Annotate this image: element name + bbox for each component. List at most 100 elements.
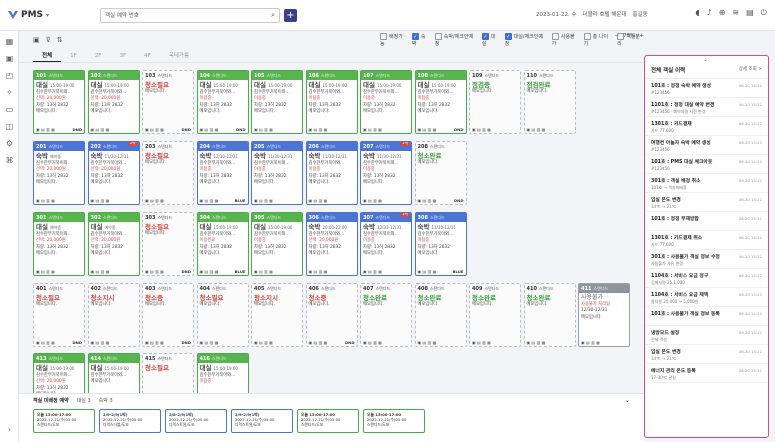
room-card-409[interactable]: 409 스탠다드 청소완료 메모입니다. ▣ ▤ ▥ ▦ <box>469 283 521 347</box>
app-logo[interactable]: PMS ▾ <box>8 10 68 20</box>
room-card-405[interactable]: 405 스탠다드 청소지시 메모입니다. ▣ ▤ ▥ ▦ <box>251 283 303 347</box>
bell-icon[interactable]: ♪ <box>707 8 712 18</box>
user-icon[interactable]: ◫ <box>0 118 19 135</box>
room-card-308[interactable]: 308 스탠다드 숙박 11/30-12/31 김수한무거북이와... 이용중 차량: 13… <box>414 212 467 276</box>
panel-chevron-icon[interactable]: ⌄ <box>703 56 708 63</box>
checkbox-icon[interactable] <box>380 33 387 40</box>
search-icon[interactable]: ⌕ <box>271 11 275 20</box>
power-icon[interactable]: ⏻ <box>761 8 767 18</box>
room-card-403[interactable]: 403 스탠다드 청소중 메모입니다. ▣ ▤ ▥ ▦ DND <box>142 283 194 347</box>
floor-tab-1[interactable]: 1F <box>61 50 86 62</box>
language-icon[interactable]: ⊕ <box>719 8 726 18</box>
room-card-402[interactable]: 402 스탠다드 청소지시 메모입니다. ▣ ▤ ▥ ▦ <box>87 283 140 347</box>
chart-icon[interactable]: ◰ <box>0 67 19 84</box>
reservation-card[interactable]: 2/8-2/9(1박) 2022-12-21(수)05:00 디럭스트윈/도보 <box>165 409 227 433</box>
room-card-302[interactable]: 302 스탠다드 대실 예약중 김수한무거북이와... 선택: 20,000원 차량: 13… <box>87 212 140 276</box>
chevron-down-icon[interactable]: ⌄ <box>625 397 630 404</box>
history-item[interactable]: 1101호 : 정정 대실 예약 변경 #123456 · 예약자명 사전 변경 0… <box>645 98 768 117</box>
reservation-card[interactable]: 오늘 15:00-17:00 2022-12-21(수)05:00 스탠다드/도보 <box>297 409 359 433</box>
history-item[interactable]: 1301호 : 카드결제 카드 77,600 06-20 15:22 <box>645 117 768 136</box>
room-card-107[interactable]: 107 스탠다드 대실 15:00-19:00 김수한무거북이와... 이용중 차량: 13… <box>360 70 412 134</box>
room-card-306[interactable]: 306 스탠다드 숙박 20:00-22:00 김수한무거북이와... 선택: 20,00… <box>305 212 358 276</box>
room-card-408[interactable]: 408 스탠다드 청소완료 메모입니다. ▣ ▤ ▥ ▦ <box>414 283 467 347</box>
checkbox-icon[interactable] <box>551 33 559 40</box>
reservation-card[interactable]: 2/9-2/9(1박) 2022-12-21(수)05:00 디럭스트윈/도보 <box>231 409 293 433</box>
room-card-108[interactable]: 108 스탠다드 대실 15:00-19:00 김수한무거북이와... 이용중 차량: 13… <box>414 70 467 134</box>
hotel-name[interactable]: 더블라 호텔 해운대 <box>583 10 627 18</box>
room-card-202[interactable]: 202 스탠다드 2박 숙박 11/30-12/31 김수한무거북이와... 선택: 20,… <box>87 141 140 205</box>
filter-6[interactable]: 총 나이기 <box>583 33 612 47</box>
room-card-207[interactable]: 207 스탠다드 2박 숙박 11/30-12/31 김수한무거북이와... 이용중 차량: … <box>360 141 412 205</box>
floor-tab-5[interactable]: 옥테가룸 <box>160 50 198 62</box>
room-card-404[interactable]: 404 스탠다드 청소필요 메모입니다. ▣ ▤ ▥ ▦ <box>196 283 249 347</box>
history-item[interactable]: 101호 : 사용불가 객실 정보 등록 06-20 15:22 <box>645 307 768 326</box>
history-more-link[interactable]: 상세 조회 > <box>739 66 762 74</box>
filter-4[interactable]: ✓ 대실/체크인예정 <box>504 33 547 47</box>
sound-icon[interactable]: ◖ <box>695 8 699 18</box>
room-card-105[interactable]: 105 스탠다드 대실 15:00-19:00 김수한무거북이와... 이용중 차량: 13… <box>251 70 303 134</box>
history-item[interactable]: 301호 : 사용불가 객실 정보 수정 사용불가 사유 변경 06-20 15:2… <box>645 250 768 269</box>
room-card-307[interactable]: 307 스탠다드 2박 숙박 12/31-12/31 김수한무거북이와... 이용중 차량: … <box>360 212 412 276</box>
grid-icon[interactable]: ▦ <box>0 33 19 50</box>
reservation-card[interactable]: 2/9-2/9(1박) 2022-12-21(수)05:00 디럭스더블/도보 <box>99 409 161 433</box>
room-card-304[interactable]: 304 스탠다드 대실 15:00-19:00 김수한무거북이와... 이용완료 차량: 1… <box>196 212 249 276</box>
history-item[interactable]: 301호 : 객실 배정 취소 101호 → 객실미배정 06-20 15:22 <box>645 174 768 193</box>
room-card-208[interactable]: 208 스탠다드 청소완료 메모입니다. ▣ ▤ ▥ ▦ DND <box>414 141 467 205</box>
history-item[interactable]: 냉방모드 설정 전체 객실 06-20 15:22 <box>645 326 768 345</box>
checkbox-icon[interactable]: ✓ <box>411 33 419 40</box>
history-item[interactable]: 입실 온도 변경 14℃ → 21℃ 06-20 15:22 <box>645 193 768 212</box>
room-card-104[interactable]: 104 스탠다드 대실 15:00-19:00 김수한무거북이와... 이용중 차량: 13… <box>196 70 249 134</box>
wifi-icon[interactable]: ≋ <box>732 8 739 18</box>
room-card-305[interactable]: 305 스탠다드 대실 15:00-19:00 김수한무거북이와... 이용중 차량: 13… <box>251 212 303 276</box>
history-item[interactable]: 101호 : 정정 부재방합 06-20 15:22 <box>645 212 768 231</box>
search-input[interactable]: 객실 예약 번호 ⌕ <box>100 7 280 23</box>
user-name[interactable]: 홍길동 <box>633 10 648 18</box>
list-icon[interactable]: ✧ <box>0 84 19 101</box>
collapse-icon[interactable]: › <box>0 421 19 438</box>
floor-tab-0[interactable]: 전체 <box>33 50 62 62</box>
checkbox-icon[interactable]: ✓ <box>504 33 512 40</box>
room-card-101[interactable]: 101 스탠다드 대실 15:00-19:00 김수한무거북이와... 선택: 20,00… <box>33 70 85 134</box>
floor-tab-2[interactable]: 2F <box>86 50 111 62</box>
room-card-110[interactable]: 110 스탠다드 점검완료 메모입니다. ▣ ▤ ▥ ▦ <box>523 70 576 134</box>
reservation-card[interactable]: 오늘 15:00-17:00 2022-12-21(수)05:00 스탠다드/도보 <box>33 409 95 433</box>
filter-2[interactable]: 숙박/체크인예정 <box>434 33 477 47</box>
room-card-204[interactable]: 204 스탠다드 숙박 12/30-12/31 김수한무거북이와... 이용중 차량: 13… <box>196 141 249 205</box>
room-card-410[interactable]: 410 스탠다드 청소완료 메모입니다. ▣ ▤ ▥ ▦ <box>523 283 576 347</box>
room-card-102[interactable]: 102 스탠다드 대실 15:00-19:00 김수한무거북이와... 선택: 20,00… <box>87 70 140 134</box>
checkbox-icon[interactable] <box>434 33 442 40</box>
print-icon[interactable]: ▤ <box>746 8 754 18</box>
history-item[interactable]: 여행컨 아놀자 숙박 예약 생성 #123456 06-20 15:22 <box>645 136 768 155</box>
calendar-icon[interactable]: ▣ <box>0 50 19 67</box>
room-card-401[interactable]: 401 스탠다드 청소필요 메모입니다. ▣ ▤ ▥ ▦ DND <box>33 283 85 347</box>
reservation-card[interactable]: 오늘 15:00-17:00 2022-12-21(수)05:00 스탠다드/도보 <box>363 409 425 433</box>
room-card-109[interactable]: 109 스탠다드 점검중 메모입니다. ▣ ▤ ▥ ▦ <box>469 70 521 134</box>
floor-tab-3[interactable]: 3F <box>110 50 135 62</box>
filter-3[interactable]: ✓ 대실 <box>481 33 500 47</box>
zoom-out-button[interactable]: − <box>615 33 620 39</box>
history-item[interactable]: 101호 : 정정 숙박 예약 생성 #123456 06-20 15:22 <box>645 79 768 98</box>
room-card-106[interactable]: 106 스탠다드 대실 15:00-19:00 김수한무거북이와... 이용중 차량: 13… <box>305 70 358 134</box>
filter-icon[interactable]: ⊽ <box>46 36 51 44</box>
history-item[interactable]: 입실 온도 변경 14℃ → 21℃ 06-20 15:22 <box>645 345 768 364</box>
grid-view-icon[interactable]: ▣ <box>33 36 40 44</box>
checkbox-icon[interactable]: ✓ <box>481 33 489 40</box>
history-item[interactable]: 에너지 관리 온도 등록 17-30℃ 관실 06-20 15:22 <box>645 364 768 383</box>
room-card-203[interactable]: 203 스탠다드 청소필요 메모입니다. ▣ ▤ ▥ ▦ <box>142 141 194 205</box>
floor-tab-4[interactable]: 4F <box>135 50 160 62</box>
room-card-406[interactable]: 406 스탠다드 청소중 메모입니다. ▣ ▤ ▥ ▦ DND <box>305 283 358 347</box>
history-item[interactable]: 1104호 : 서비스 요금 정구 김해서명 25,1,000 06-20 15:2… <box>645 269 768 288</box>
tag-icon[interactable]: ⌘ <box>0 152 19 169</box>
history-item[interactable]: 1301호 : 카드결제 취소 카드 77,600 06-20 15:22 <box>645 231 768 250</box>
room-card-201[interactable]: 201 스탠다드 숙박 예약중 김수한무거북이와... 선택: 20,000원 차량: 13… <box>33 141 85 205</box>
room-card-301[interactable]: 301 스탠다드 대실 예약중 김수한무거북이와... 선택: 20,000원 차량: 13… <box>33 212 85 276</box>
filter-0[interactable]: 배정가능 <box>380 33 407 47</box>
room-card-411[interactable]: 411 스탠다드 사용불가 사용불가 처리됨 12/30-12/31 메모입니다. ▣ ▤ … <box>578 283 630 347</box>
room-card-103[interactable]: 103 스탠다드 청소필요 메모입니다. ▣ ▤ ▥ ▦ DND <box>142 70 194 134</box>
history-item[interactable]: 1104호 : 서비스 요금 제액 용차원 20,000 → 5,000원 06-2… <box>645 288 768 307</box>
settings-icon[interactable]: ⚙ <box>0 135 19 152</box>
zoom-in-button[interactable]: + <box>639 33 644 39</box>
room-card-303[interactable]: 303 스탠다드 청소필요 메모입니다. ▣ ▤ ▥ ▦ DND <box>142 212 194 276</box>
history-item[interactable]: 101호 : PMS 대실 체크아웃 #123456 06-20 15:22 <box>645 155 768 174</box>
tab-daystay[interactable]: 대실 3 <box>77 397 91 404</box>
